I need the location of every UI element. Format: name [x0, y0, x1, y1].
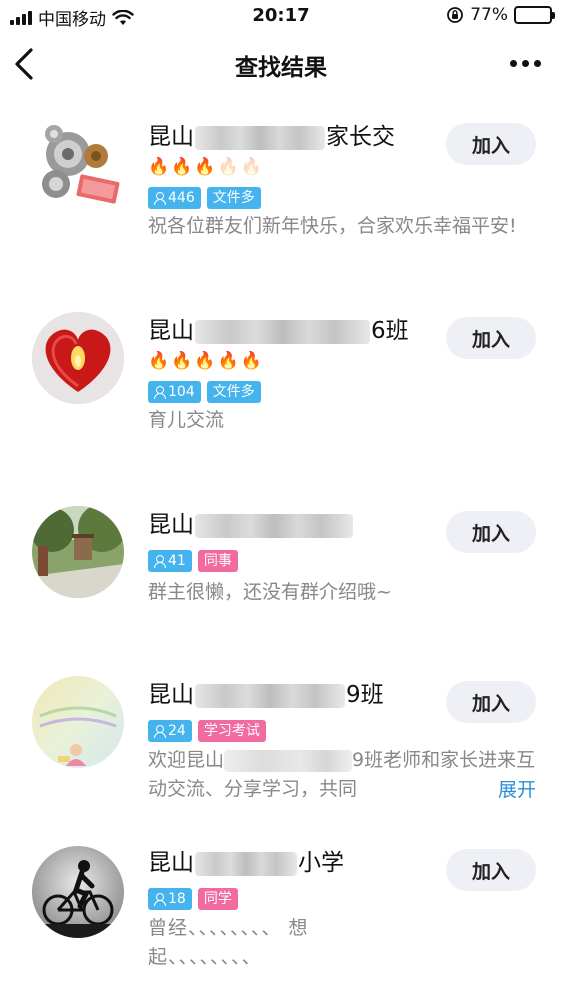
member-count: 18 — [168, 891, 186, 907]
group-name: 昆山 家长交 — [148, 122, 395, 152]
group-tags: 446 文件多 — [148, 187, 261, 209]
battery-icon — [514, 6, 555, 24]
tag-badge: 文件多 — [206, 381, 261, 403]
join-button[interactable]: 加入 — [446, 849, 536, 891]
group-tags: 104 文件多 — [148, 381, 261, 403]
group-name: 昆山 9班 — [148, 680, 384, 710]
battery-percent: 77% — [470, 5, 508, 25]
fire-icon: 🔥 — [194, 157, 216, 177]
more-dot-icon — [509, 59, 517, 67]
park-photo-avatar-icon — [32, 506, 124, 598]
member-count-badge: 41 — [148, 550, 192, 572]
fire-icon: 🔥 — [240, 157, 262, 177]
person-icon — [154, 725, 166, 738]
expand-link[interactable]: 展开 — [491, 775, 536, 802]
result-item[interactable]: 昆山 加入 41 同事 群主很懒，还没有群介绍哦~ — [0, 500, 562, 630]
fire-icon: 🔥 — [240, 351, 262, 371]
group-name-suffix: 家长交 — [326, 124, 395, 150]
group-description: 祝各位群友们新年快乐，合家欢乐幸福平安! — [148, 215, 517, 237]
group-name: 昆山 小学 — [148, 848, 344, 878]
more-dot-icon — [521, 59, 529, 67]
group-name-prefix: 昆山 — [148, 124, 194, 150]
redacted-text-blur — [224, 749, 353, 772]
group-name-prefix: 昆山 — [148, 682, 194, 708]
status-right: 77% — [446, 5, 555, 25]
fire-icon: 🔥 — [148, 351, 170, 371]
result-item[interactable]: 昆山 小学 加入 18 同学 曾经、、、、、、、、 想起、、、、、、、、 — [0, 838, 562, 988]
fire-icon: 🔥 — [217, 157, 239, 177]
status-bar: 中国移动 20:17 77% — [0, 0, 562, 34]
heart-candle-avatar-icon — [32, 312, 124, 404]
group-avatar — [32, 312, 124, 404]
redacted-name-blur — [195, 683, 345, 708]
group-name: 昆山 6班 — [148, 316, 409, 346]
activity-fire-rating: 🔥 🔥 🔥 🔥 🔥 — [148, 156, 262, 178]
member-count: 104 — [168, 384, 195, 400]
member-count-badge: 446 — [148, 187, 201, 209]
fire-icon: 🔥 — [217, 351, 239, 371]
redacted-name-blur — [195, 851, 297, 876]
tag-badge: 文件多 — [206, 187, 261, 209]
group-name-prefix: 昆山 — [148, 512, 194, 538]
group-avatar — [32, 506, 124, 598]
result-item[interactable]: 昆山 9班 加入 24 学习考试 欢迎昆山 9班老师和家长进来互动交流、分享学习，共… — [0, 670, 562, 810]
more-dot-icon — [533, 59, 541, 67]
fire-icon: 🔥 — [171, 351, 193, 371]
group-tags: 18 同学 — [148, 888, 238, 910]
group-tags: 41 同事 — [148, 550, 238, 572]
member-count-badge: 18 — [148, 888, 192, 910]
redacted-name-blur — [195, 125, 325, 150]
group-name-prefix: 昆山 — [148, 318, 194, 344]
tag-badge: 同学 — [197, 888, 238, 910]
communicate-card-avatar-icon — [32, 676, 124, 768]
more-button[interactable] — [502, 48, 548, 78]
nav-bar: 查找结果 — [0, 34, 562, 94]
group-avatar — [32, 846, 124, 938]
member-count: 24 — [168, 723, 186, 739]
result-item[interactable]: 昆山 6班 加入 🔥 🔥 🔥 🔥 🔥 104 文件多 育儿交流 — [0, 302, 562, 472]
fire-icon: 🔥 — [148, 157, 170, 177]
person-icon — [154, 555, 166, 568]
member-count-badge: 104 — [148, 381, 201, 403]
person-icon — [154, 386, 166, 399]
tag-badge: 学习考试 — [197, 720, 266, 742]
group-description: 群主很懒，还没有群介绍哦~ — [148, 581, 392, 603]
result-item[interactable]: 昆山 家长交 加入 🔥 🔥 🔥 🔥 🔥 446 文件多 祝各位群友们新年快乐，合家欢乐幸福… — [0, 108, 562, 278]
member-count-badge: 24 — [148, 720, 192, 742]
person-icon — [154, 192, 166, 205]
join-button[interactable]: 加入 — [446, 123, 536, 165]
join-button[interactable]: 加入 — [446, 317, 536, 359]
group-tags: 24 学习考试 — [148, 720, 266, 742]
join-button[interactable]: 加入 — [446, 681, 536, 723]
gears-money-avatar-icon — [42, 125, 120, 204]
member-count: 446 — [168, 190, 195, 206]
page-title: 查找结果 — [235, 55, 327, 81]
join-button[interactable]: 加入 — [446, 511, 536, 553]
tag-badge: 同事 — [197, 550, 238, 572]
cyclist-avatar-icon — [32, 846, 124, 938]
fire-icon: 🔥 — [194, 351, 216, 371]
group-avatar — [32, 118, 124, 210]
group-avatar — [32, 676, 124, 768]
group-name-suffix: 6班 — [371, 318, 409, 344]
person-icon — [154, 893, 166, 906]
fire-icon: 🔥 — [171, 157, 193, 177]
group-name-suffix: 9班 — [346, 682, 384, 708]
description-head: 欢迎昆山 — [148, 749, 225, 771]
member-count: 41 — [168, 553, 186, 569]
redacted-name-blur — [195, 319, 370, 344]
group-name-prefix: 昆山 — [148, 850, 194, 876]
group-description: 欢迎昆山 9班老师和家长进来互动交流、分享学习，共同 — [148, 746, 538, 804]
group-description: 育儿交流 — [148, 409, 225, 431]
orientation-lock-icon — [447, 7, 464, 23]
redacted-name-blur — [195, 513, 353, 538]
group-description: 曾经、、、、、、、、 想起、、、、、、、、 — [148, 917, 309, 968]
group-name-suffix: 小学 — [298, 850, 344, 876]
group-name: 昆山 — [148, 510, 354, 540]
activity-fire-rating: 🔥 🔥 🔥 🔥 🔥 — [148, 350, 262, 372]
